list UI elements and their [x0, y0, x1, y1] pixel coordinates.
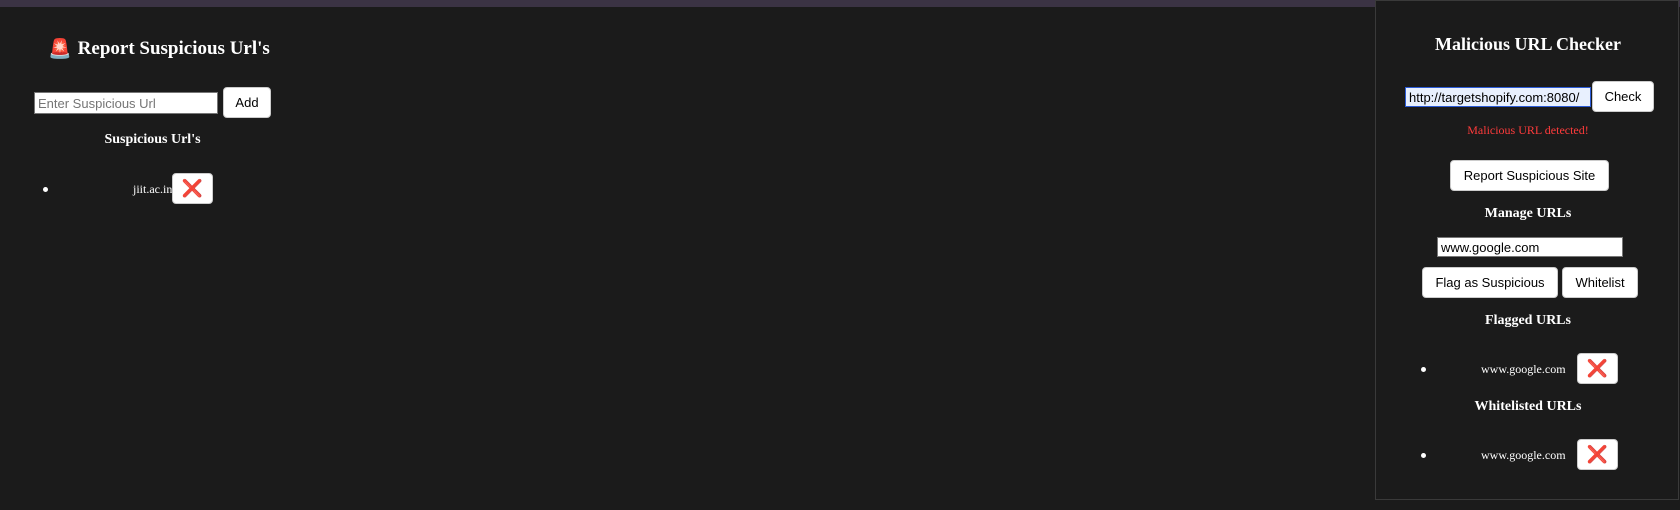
- list-bullet: [1421, 367, 1426, 372]
- add-button[interactable]: Add: [223, 87, 271, 118]
- malicious-alert-text: Malicious URL detected!: [1467, 123, 1589, 137]
- remove-flagged-button[interactable]: ❌: [1577, 353, 1618, 384]
- whitelist-button[interactable]: Whitelist: [1562, 267, 1638, 298]
- suspicious-list-heading: Suspicious Url's: [104, 132, 201, 147]
- siren-icon: 🚨: [48, 38, 72, 60]
- report-title: 🚨 Report Suspicious Url's: [48, 38, 270, 60]
- close-icon: ❌: [1586, 358, 1609, 379]
- url-check-input[interactable]: [1405, 87, 1591, 107]
- check-button[interactable]: Check: [1592, 81, 1654, 112]
- suspicious-url-input[interactable]: [34, 92, 218, 114]
- manage-url-input[interactable]: [1437, 237, 1623, 257]
- whitelisted-urls-heading: Whitelisted URLs: [1474, 399, 1582, 414]
- close-icon: ❌: [1586, 444, 1609, 465]
- url-checker-panel: Malicious URL Checker Check Malicious UR…: [1375, 0, 1679, 500]
- flagged-url-text: www.google.com: [1481, 362, 1566, 376]
- manage-urls-heading: Manage URLs: [1484, 206, 1572, 221]
- flagged-urls-heading: Flagged URLs: [1485, 313, 1571, 328]
- whitelisted-url-text: www.google.com: [1481, 448, 1566, 462]
- remove-suspicious-button[interactable]: ❌: [172, 173, 213, 204]
- checker-title: Malicious URL Checker: [1435, 34, 1621, 54]
- report-suspicious-site-button[interactable]: Report Suspicious Site: [1450, 160, 1609, 191]
- close-icon: ❌: [181, 178, 204, 199]
- report-title-text: Report Suspicious Url's: [77, 38, 270, 59]
- list-bullet: [43, 187, 48, 192]
- flag-as-suspicious-button[interactable]: Flag as Suspicious: [1422, 267, 1558, 298]
- remove-whitelisted-button[interactable]: ❌: [1577, 439, 1618, 470]
- list-bullet: [1421, 453, 1426, 458]
- suspicious-url-text: jiit.ac.in: [133, 182, 173, 196]
